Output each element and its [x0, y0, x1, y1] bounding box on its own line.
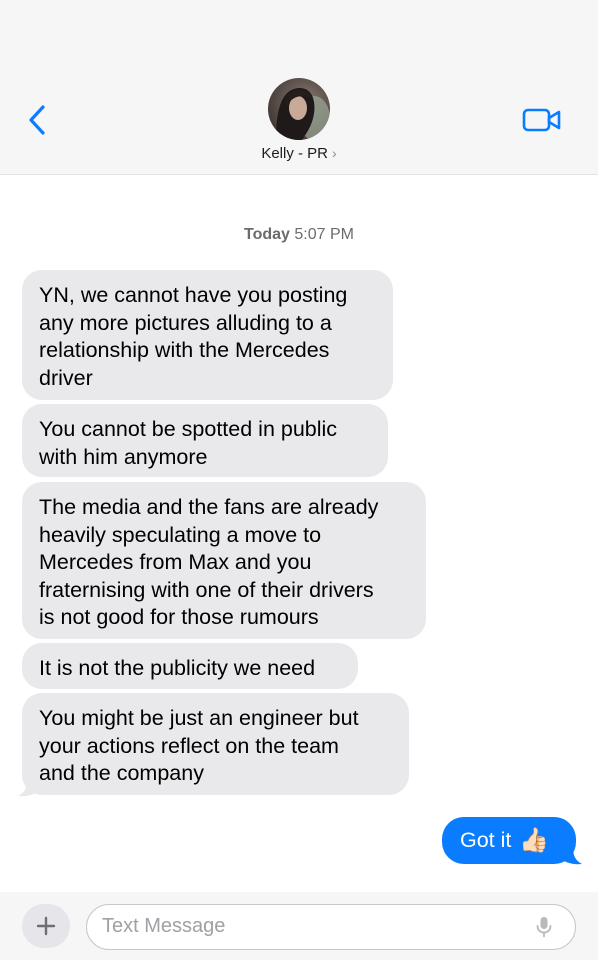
- message-input-bar: [0, 892, 598, 960]
- received-message[interactable]: It is not the publicity we need: [22, 643, 358, 689]
- message-line: The media and the fans are already: [39, 495, 379, 519]
- sent-bubble-tail: [560, 842, 582, 865]
- sent-message[interactable]: Got it 👍🏻: [442, 817, 576, 864]
- message-line: You might be just an engineer but: [39, 706, 359, 730]
- message-timestamp: Today 5:07 PM: [0, 226, 598, 244]
- contact-name-button[interactable]: Kelly - PR ›: [0, 145, 598, 162]
- plus-icon: [36, 916, 56, 936]
- message-line: driver: [39, 365, 93, 390]
- received-bubble-tail: [18, 772, 40, 797]
- conversation-header: Kelly - PR ›: [0, 0, 598, 175]
- message-line: your actions reflect on the team: [39, 733, 339, 758]
- video-camera-icon: [522, 108, 561, 132]
- sent-message-text: Got it: [460, 828, 512, 852]
- received-message[interactable]: You cannot be spotted in public with him…: [22, 404, 388, 477]
- chevron-right-icon: ›: [332, 145, 337, 161]
- message-line: Mercedes from Max and you: [39, 550, 312, 574]
- contact-avatar[interactable]: [268, 78, 330, 140]
- message-line: is not good for those rumours: [39, 605, 319, 629]
- message-line: It is not the publicity we need: [39, 656, 316, 680]
- received-message[interactable]: You might be just an engineer but your a…: [22, 693, 409, 795]
- message-input[interactable]: [87, 905, 507, 947]
- message-line: and the company: [39, 761, 204, 785]
- thumbs-up-emoji: 👍🏻: [519, 827, 550, 854]
- microphone-icon[interactable]: [535, 916, 553, 938]
- message-line: YN, we cannot have you posting: [39, 283, 348, 307]
- back-button[interactable]: [22, 102, 52, 138]
- contact-name: Kelly - PR: [261, 145, 328, 162]
- message-line: heavily speculating a move to: [39, 522, 322, 547]
- message-line: relationship with the Mercedes: [39, 338, 330, 362]
- timestamp-time: 5:07 PM: [294, 226, 354, 243]
- message-text-field[interactable]: [86, 904, 576, 950]
- message-line: any more pictures alluding to a: [39, 310, 332, 335]
- message-line: You cannot be spotted in public: [39, 417, 338, 441]
- timestamp-day: Today: [244, 226, 290, 243]
- back-chevron-icon: [29, 105, 45, 135]
- message-line: with him anymore: [39, 444, 208, 469]
- message-line: fraternising with one of their drivers: [39, 577, 374, 602]
- add-attachment-button[interactable]: [22, 904, 70, 948]
- video-call-button[interactable]: [520, 104, 564, 136]
- received-message[interactable]: The media and the fans are already heavi…: [22, 482, 426, 639]
- received-message[interactable]: YN, we cannot have you posting any more …: [22, 270, 393, 400]
